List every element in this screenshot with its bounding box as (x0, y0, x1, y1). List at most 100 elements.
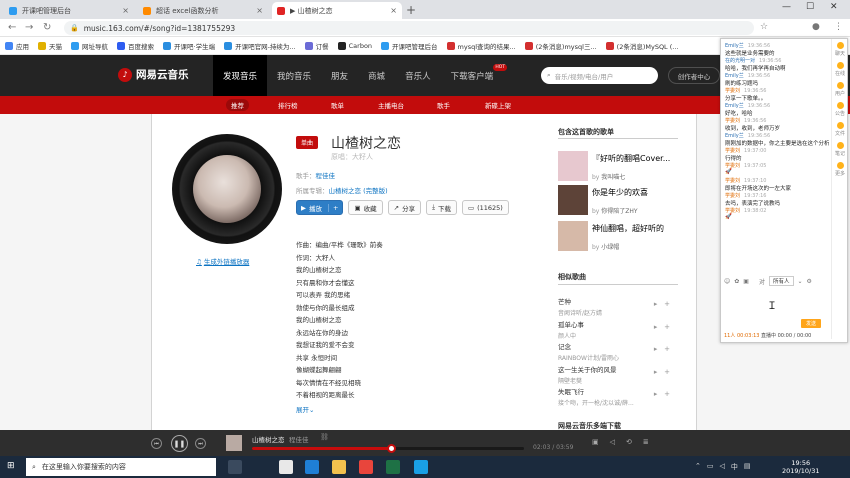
send-button[interactable]: 发送 (801, 319, 821, 328)
new-tab-button[interactable]: + (406, 3, 416, 17)
nav-friends[interactable]: 朋友 (321, 55, 358, 96)
add-icon[interactable]: + (664, 345, 670, 353)
close-icon[interactable]: × (390, 6, 397, 15)
chat-sender[interactable]: Emily兰 19:36:56 (725, 132, 825, 139)
settings-icon[interactable]: ⚙ (807, 278, 812, 285)
account-icon[interactable]: ● (812, 22, 820, 32)
playlist-icon[interactable]: ≣ (643, 438, 649, 446)
taskbar-search-input[interactable]: ⌕ 在这里输入你要搜索的内容 (26, 458, 216, 476)
play-icon[interactable]: ▸ (654, 323, 658, 331)
progress-track[interactable] (252, 444, 524, 453)
collect-button[interactable]: ▣ 收藏 (348, 200, 383, 215)
notification-icon[interactable]: ▤ (744, 462, 751, 472)
chat-sender[interactable]: Emily兰 19:36:56 (725, 42, 825, 49)
download-button[interactable]: ⤓ 下载 (426, 200, 457, 215)
playlist-name[interactable]: 『好听的翻唱Cover... (592, 153, 670, 164)
now-playing-cover[interactable] (226, 435, 242, 451)
now-playing-title[interactable]: 山楂树之恋 (252, 434, 285, 444)
excel-icon[interactable] (386, 460, 400, 474)
nav-my-music[interactable]: 我的音乐 (267, 55, 321, 96)
album-cover[interactable] (172, 134, 282, 244)
similar-song-item[interactable]: 孤单心事 颜人中 ▸ + (558, 319, 678, 341)
search-input[interactable]: ⌕ 音乐/视频/电台/用户 (541, 67, 658, 84)
similar-song-item[interactable]: 芒种 音阙诗听/赵方婧 ▸ + (558, 296, 678, 318)
expand-lyrics-link[interactable]: 展开⌄ (296, 404, 314, 414)
close-icon[interactable]: × (256, 6, 263, 15)
bookmark-item[interactable]: (2条消息)mysql三... (524, 41, 597, 51)
image-icon[interactable]: ▣ (743, 278, 749, 285)
browser-tab-excel[interactable]: 超话 excel函数分析 × (138, 2, 268, 19)
nav-store[interactable]: 商城 (358, 55, 395, 96)
ime-icon[interactable]: 中 (731, 462, 738, 472)
bookmark-item[interactable]: 开课吧官网-持续为... (224, 41, 296, 51)
edge-icon[interactable] (305, 460, 319, 474)
mail-icon[interactable] (279, 460, 293, 474)
flower-icon[interactable]: ✿ (734, 278, 739, 285)
star-icon[interactable]: ☆ (760, 22, 768, 32)
playlist-item[interactable]: 『好听的翻唱Cover... by 我叫喵七 (558, 151, 678, 187)
chat-side-item[interactable]: 笔记 (832, 139, 848, 159)
chat-side-item[interactable]: 聊天 (832, 39, 848, 59)
meeting-icon[interactable] (414, 460, 428, 474)
chat-sender[interactable]: 学委刘 19:37:05 (725, 162, 825, 169)
chat-side-item[interactable]: 文件 (832, 119, 848, 139)
play-icon[interactable]: ▸ (654, 300, 658, 308)
play-icon[interactable]: ▸ (654, 368, 658, 376)
subnav-recommend[interactable]: 推荐 (226, 99, 249, 111)
play-icon[interactable]: ▸ (654, 345, 658, 353)
volume-tray-icon[interactable]: ◁ (720, 462, 725, 472)
chat-sender[interactable]: 学委刘 19:38:02 (725, 207, 825, 214)
bookmark-item[interactable]: 百度搜索 (117, 41, 154, 51)
nav-discover[interactable]: 发现音乐 (213, 55, 268, 96)
bookmark-item[interactable]: 天猫 (38, 41, 62, 51)
subnav-new-albums[interactable]: 新碟上架 (485, 100, 511, 110)
chat-side-item[interactable]: 用户 (832, 79, 848, 99)
bookmark-item[interactable]: 网址导航 (71, 41, 108, 51)
bookmark-item[interactable]: (2条消息)MySQL (... (605, 41, 678, 51)
tray-expand-icon[interactable]: ⌃ (695, 462, 701, 472)
add-icon[interactable]: + (664, 390, 670, 398)
chat-message-list[interactable]: Emily兰 19:36:56 这些就是业务需要的 在的光明一对 19:36:56 哈哈，… (721, 42, 829, 272)
pause-button[interactable]: ❚❚ (171, 435, 188, 452)
chat-sender[interactable]: 学委刘 19:37:10 (725, 177, 825, 184)
now-playing-artist[interactable]: 程佳佳 (289, 434, 309, 444)
chat-sender[interactable]: 学委刘 19:36:56 (725, 87, 825, 94)
add-to-list-button[interactable]: + (328, 203, 338, 212)
bookmark-item[interactable]: mysql查询的结果... (446, 41, 516, 51)
chat-sender[interactable]: 在的光明一对 19:36:56 (725, 57, 825, 64)
subnav-artists[interactable]: 歌手 (437, 100, 450, 110)
chat-side-item[interactable]: 公告 (832, 99, 848, 119)
similar-song-artist[interactable]: 音阙诗听/赵方婧 (558, 308, 678, 317)
task-view-icon[interactable] (228, 460, 242, 474)
close-icon[interactable]: × (122, 6, 129, 15)
add-icon[interactable]: + (664, 300, 670, 308)
comment-button[interactable]: ▭ (11625) (461, 200, 509, 215)
minimize-icon[interactable]: — (782, 2, 791, 12)
singer-link[interactable]: 程佳佳 (316, 172, 336, 180)
reload-icon[interactable]: ↻ (43, 22, 51, 33)
loop-icon[interactable]: ⟲ (626, 438, 632, 446)
nav-musician[interactable]: 音乐人 (395, 55, 441, 96)
play-icon[interactable]: ▸ (654, 390, 658, 398)
external-player-link[interactable]: ♫ 生成外链播放器 (196, 256, 251, 266)
play-button[interactable]: ▶ 播放 + (296, 200, 344, 215)
chat-sender[interactable]: 学委刘 19:37:00 (725, 147, 825, 154)
bookmark-item[interactable]: 应用 (5, 41, 29, 51)
album-link[interactable]: 山楂树之恋 (完整版) (329, 187, 388, 195)
bookmark-item[interactable]: 开课吧·学生端 (163, 41, 215, 51)
bookmark-item[interactable]: Carbon (337, 41, 372, 50)
subnav-radio[interactable]: 主播电台 (378, 100, 404, 110)
bookmark-item[interactable]: 订餐 (304, 41, 329, 51)
progress-handle[interactable] (386, 444, 396, 453)
similar-song-item[interactable]: 记念 RAINBOW计划/雷雨心 ▸ + (558, 341, 678, 363)
menu-icon[interactable]: ⋮ (834, 22, 843, 32)
nav-download[interactable]: 下载客户端 HOT (441, 55, 508, 96)
chat-sender[interactable]: Emily兰 19:36:56 (725, 72, 825, 79)
similar-song-artist[interactable]: RAINBOW计划/雷雨心 (558, 353, 678, 362)
volume-icon[interactable]: ◁ (610, 438, 615, 446)
site-logo[interactable]: ♪ 网易云音乐 (118, 67, 189, 82)
browser-tab-song[interactable]: ▶ 山楂树之恋 × (272, 2, 402, 19)
url-field[interactable]: 🔒 music.163.com/#/song?id=1381755293 (64, 21, 754, 35)
similar-song-artist[interactable]: 颜人中 (558, 331, 678, 340)
link-icon[interactable]: ⛓ (320, 433, 329, 441)
